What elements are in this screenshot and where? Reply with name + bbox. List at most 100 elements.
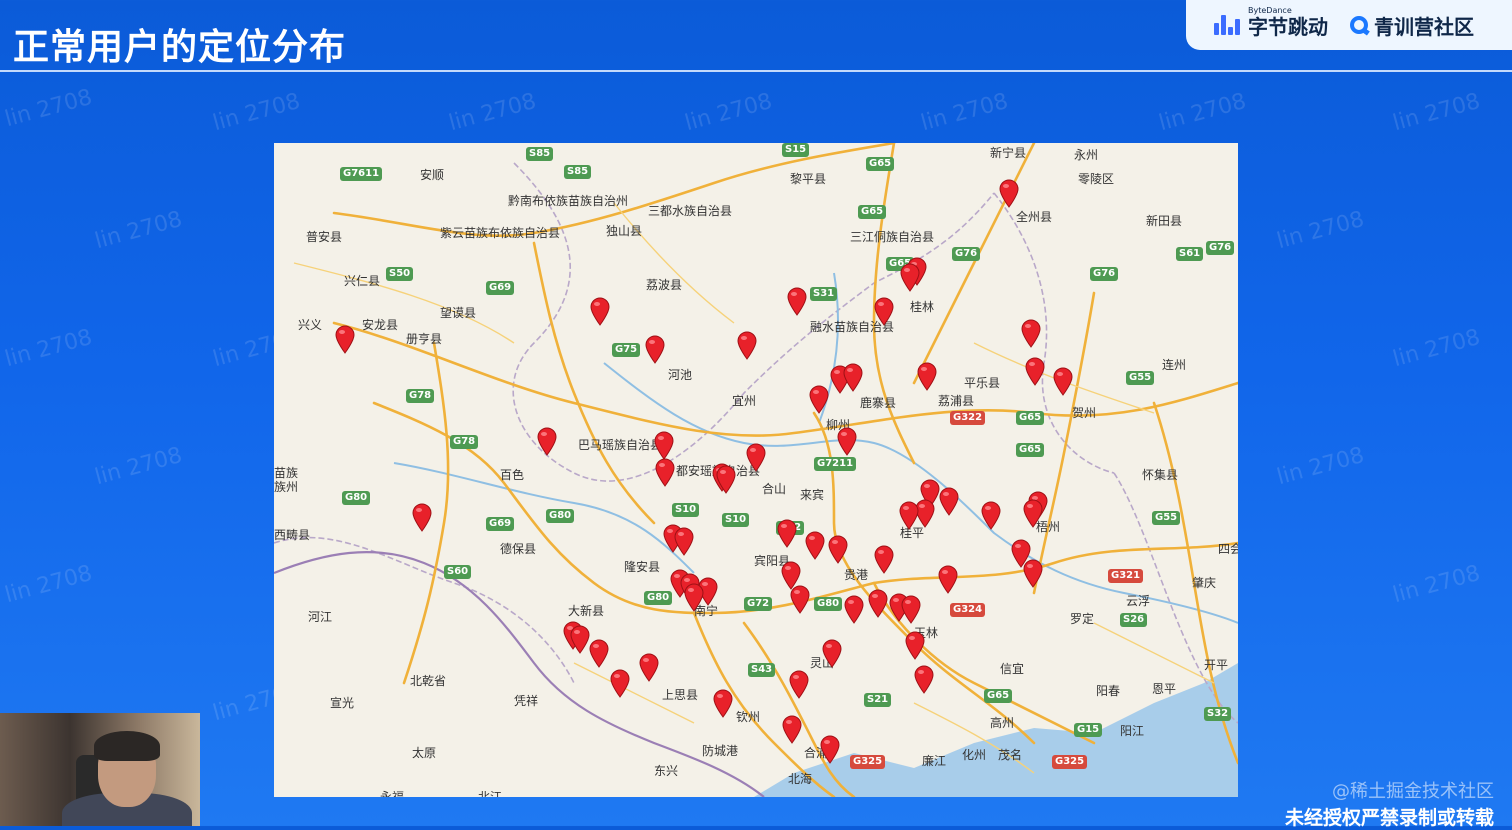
highway-shield: S60 <box>444 565 472 579</box>
slide-title: 正常用户的定位分布 <box>13 27 347 68</box>
map-pin-icon[interactable] <box>808 384 830 414</box>
map-place-label: 大新县 <box>568 604 605 618</box>
background-watermark: lin 2708 <box>1274 206 1367 255</box>
map-place-label: 新田县 <box>1146 214 1183 228</box>
map-place-label: 四会 <box>1218 542 1238 556</box>
highway-shield: G7211 <box>814 457 857 471</box>
map-pin-icon[interactable] <box>638 652 660 682</box>
background-watermark: lin 2708 <box>918 88 1011 137</box>
map-place-label: 阳江 <box>1120 724 1145 738</box>
highway-shield: G76 <box>952 247 981 261</box>
map-pin-icon[interactable] <box>715 464 737 494</box>
map-pin-icon[interactable] <box>842 362 864 392</box>
map-place-label: 河池 <box>668 368 693 382</box>
map-pin-icon[interactable] <box>745 442 767 472</box>
map-pin-icon[interactable] <box>654 457 676 487</box>
map-place-label: 肇庆 <box>1192 576 1217 590</box>
map-pin-icon[interactable] <box>827 534 849 564</box>
map-pin-icon[interactable] <box>788 669 810 699</box>
community-name: 青训营社区 <box>1374 14 1474 39</box>
map-pin-icon[interactable] <box>1020 318 1042 348</box>
background-watermark: lin 2708 <box>1156 88 1249 137</box>
bytedance-name: 字节跳动 <box>1248 14 1328 39</box>
map-pin-icon[interactable] <box>1052 366 1074 396</box>
map-pin-icon[interactable] <box>938 486 960 516</box>
highway-shield: S10 <box>722 513 750 527</box>
presenter-webcam <box>0 713 200 826</box>
footer-watermark: @稀土掘金技术社区 未经授权严禁录制或转载 <box>1285 777 1494 830</box>
highway-shield: G7611 <box>340 167 383 181</box>
map-place-label: 连州 <box>1162 358 1187 372</box>
map-pin-icon[interactable] <box>899 262 921 292</box>
map-pin-icon[interactable] <box>904 630 926 660</box>
map-place-label: 新宁县 <box>990 146 1027 160</box>
map-pin-icon[interactable] <box>867 588 889 618</box>
map-pin-icon[interactable] <box>786 286 808 316</box>
map-pin-icon[interactable] <box>789 584 811 614</box>
highway-shield: G322 <box>950 411 986 425</box>
map-place-label: 宣光 <box>330 696 355 710</box>
map-place-label: 凭祥 <box>514 694 539 708</box>
highway-shield: S26 <box>1120 613 1148 627</box>
background-watermark: lin 2708 <box>1390 88 1483 137</box>
map-pin-icon[interactable] <box>609 668 631 698</box>
map-place-label: 苗族 <box>274 466 299 480</box>
map-pin-icon[interactable] <box>644 334 666 364</box>
location-map[interactable]: 安顺 黔南布依族苗族自治州 三都水族自治县 独山县 黎平县 三江侗族自治县 新宁县 永州 零陵区… <box>274 143 1238 797</box>
map-pin-icon[interactable] <box>873 296 895 326</box>
map-pin-icon[interactable] <box>536 426 558 456</box>
map-pin-icon[interactable] <box>683 582 705 612</box>
map-place-label: 全州县 <box>1016 210 1053 224</box>
bytedance-logo-icon <box>1214 15 1242 35</box>
map-place-label: 阳春 <box>1096 684 1121 698</box>
bytedance-subtitle: ByteDance <box>1248 5 1292 15</box>
highway-shield: G69 <box>486 517 515 531</box>
map-pin-icon[interactable] <box>673 526 695 556</box>
map-pin-icon[interactable] <box>843 594 865 624</box>
highway-shield: G65 <box>1016 411 1045 425</box>
map-place-label: 北江 <box>478 790 503 797</box>
highway-shield: G15 <box>1074 723 1103 737</box>
map-place-label: 安龙县 <box>362 318 399 332</box>
map-pin-icon[interactable] <box>873 544 895 574</box>
map-place-label: 永福 <box>380 790 405 797</box>
background-watermark: lin 2708 <box>1274 442 1367 491</box>
map-place-label: 黔南布依族苗族自治州 <box>508 194 629 208</box>
map-place-label: 永州 <box>1074 148 1099 162</box>
map-pin-icon[interactable] <box>712 688 734 718</box>
map-place-label: 兴义 <box>298 318 323 332</box>
map-pin-icon[interactable] <box>589 296 611 326</box>
map-pin-icon[interactable] <box>819 734 841 764</box>
map-pin-icon[interactable] <box>334 324 356 354</box>
background-watermark: lin 2708 <box>1390 324 1483 373</box>
map-pin-icon[interactable] <box>821 638 843 668</box>
map-pin-icon[interactable] <box>836 426 858 456</box>
highway-shield: S31 <box>810 287 838 301</box>
map-pin-icon[interactable] <box>411 502 433 532</box>
map-pin-icon[interactable] <box>1022 498 1044 528</box>
map-pin-icon[interactable] <box>900 594 922 624</box>
map-pin-icon[interactable] <box>781 714 803 744</box>
highway-shield: G321 <box>1108 569 1144 583</box>
map-place-label: 鹿寨县 <box>860 396 897 410</box>
map-pin-icon[interactable] <box>980 500 1002 530</box>
map-pin-icon[interactable] <box>804 530 826 560</box>
map-pin-icon[interactable] <box>653 430 675 460</box>
map-pin-icon[interactable] <box>937 564 959 594</box>
map-pin-icon[interactable] <box>776 518 798 548</box>
map-place-label: 黎平县 <box>790 172 827 186</box>
map-pin-icon[interactable] <box>913 664 935 694</box>
map-pin-icon[interactable] <box>736 330 758 360</box>
highway-shield: G65 <box>858 205 887 219</box>
map-pin-icon[interactable] <box>588 638 610 668</box>
highway-shield: G55 <box>1152 511 1181 525</box>
map-place-label: 普安县 <box>306 230 343 244</box>
map-place-label: 桂林 <box>910 300 935 314</box>
highway-shield: G80 <box>644 591 673 605</box>
map-pin-icon[interactable] <box>998 178 1020 208</box>
map-place-label: 北乾省 <box>410 674 447 688</box>
map-pin-icon[interactable] <box>1022 558 1044 588</box>
map-pin-icon[interactable] <box>916 361 938 391</box>
map-pin-icon[interactable] <box>898 500 920 530</box>
map-pin-icon[interactable] <box>1024 356 1046 386</box>
